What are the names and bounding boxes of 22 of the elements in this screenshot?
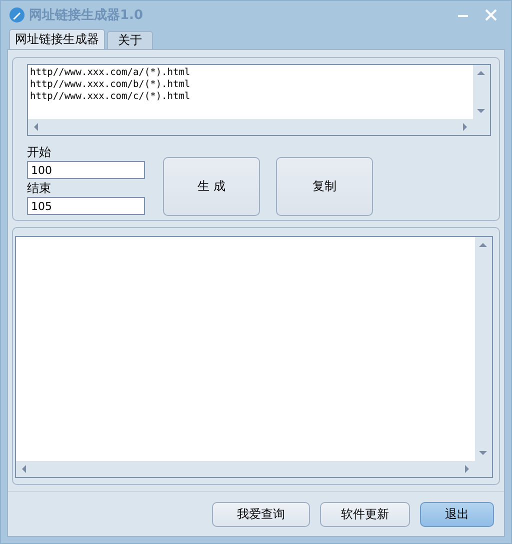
- dialog-button[interactable]: 退出: [420, 502, 494, 526]
- url-line: http//www.xxx.com/a/(*).html: [30, 67, 192, 79]
- tab[interactable]: 网址链接生成器: [9, 29, 105, 49]
- close-icon[interactable]: [485, 9, 497, 21]
- window-title: 网址链接生成器1.0: [29, 6, 144, 24]
- url-text-area[interactable]: http//www.xxx.com/a/(*).html http//www.xxx.com/b/(*).html http//www.xxx.com/c/(*).html: [27, 64, 491, 136]
- vertical-scrollbar[interactable]: [473, 65, 490, 119]
- vertical-scrollbar[interactable]: [475, 237, 492, 461]
- horizontal-scrollbar[interactable]: [28, 119, 490, 135]
- input-field[interactable]: 105: [27, 197, 145, 215]
- field-label: 结束: [27, 180, 52, 197]
- action-button[interactable]: 生 成: [163, 157, 260, 216]
- input-field[interactable]: 100: [27, 161, 145, 179]
- dialog-button[interactable]: 软件更新: [320, 502, 410, 526]
- dialog-button[interactable]: 我爱查询: [212, 502, 310, 526]
- pencil-icon: [9, 7, 25, 23]
- tab[interactable]: 关于: [107, 31, 153, 49]
- url-line: http//www.xxx.com/c/(*).html: [30, 91, 192, 103]
- url-line: http//www.xxx.com/b/(*).html: [30, 79, 192, 91]
- horizontal-scrollbar[interactable]: [16, 461, 492, 477]
- action-button[interactable]: 复制: [276, 157, 373, 216]
- field-label: 开始: [27, 144, 52, 161]
